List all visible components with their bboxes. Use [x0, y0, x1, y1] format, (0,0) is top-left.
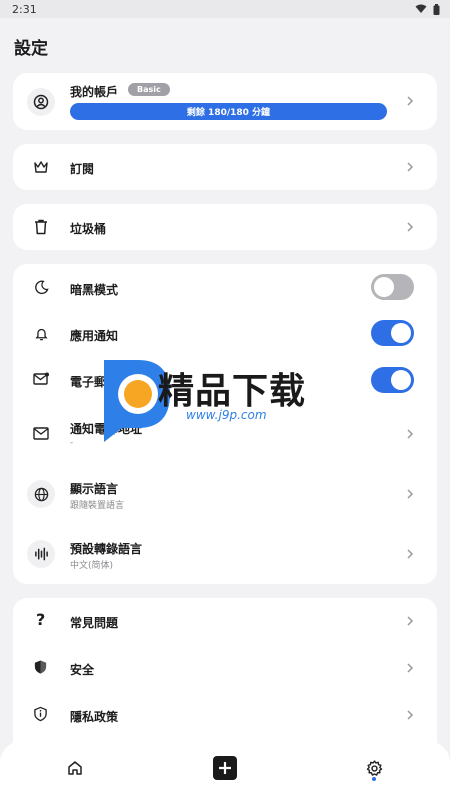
waveform-icon-wrap [27, 540, 55, 568]
dark-mode-toggle[interactable] [371, 274, 414, 300]
question-icon: ? [36, 610, 46, 629]
faq-label: 常見問題 [70, 616, 119, 630]
account-icon-wrap [27, 88, 55, 116]
account-icon [33, 94, 49, 110]
privacy-label: 隱私政策 [70, 710, 119, 724]
bell-icon [35, 328, 48, 341]
globe-icon-wrap [27, 480, 55, 508]
toggle-knob [391, 370, 411, 390]
moon-icon [35, 280, 49, 295]
home-icon [68, 761, 82, 775]
chevron-right-icon [407, 489, 414, 499]
nav-home[interactable] [62, 755, 88, 781]
status-time: 2:31 [12, 2, 37, 16]
trash-icon [35, 219, 47, 235]
display-language-value: 跟隨裝置語言 [70, 501, 125, 511]
subscription-label: 訂閱 [70, 162, 95, 176]
wifi-icon [415, 4, 427, 13]
chevron-right-icon [407, 710, 414, 720]
add-icon [213, 756, 237, 780]
chevron-right-icon [407, 429, 414, 439]
chevron-right-icon [407, 96, 414, 106]
page-title: 設定 [14, 39, 48, 59]
chevron-right-icon [407, 162, 414, 172]
status-bar: 2:31 [0, 0, 450, 18]
waveform-icon [34, 547, 48, 561]
trash-label: 垃圾桶 [70, 222, 107, 236]
toggle-knob [391, 323, 411, 343]
plan-badge: Basic [128, 83, 170, 96]
help-card: ? 常見問題 安全 隱私政策 [13, 598, 437, 758]
chevron-right-icon [407, 616, 414, 626]
app-notifications-toggle[interactable] [371, 320, 414, 346]
account-card[interactable]: 我的帳戶 Basic 剩餘 180/180 分鐘 [13, 73, 437, 130]
security-label: 安全 [70, 663, 95, 677]
email-notifications-label: 電子郵件通知 [70, 375, 143, 389]
app-notifications-label: 應用通知 [70, 329, 119, 343]
globe-icon [34, 487, 48, 501]
trash-card[interactable]: 垃圾桶 [13, 204, 437, 250]
transcription-language-value: 中文(简体) [70, 561, 114, 571]
notification-email-label: 通知電郵地址 [70, 422, 143, 436]
privacy-shield-icon [34, 706, 47, 722]
email-notifications-toggle[interactable] [371, 367, 414, 393]
chevron-right-icon [407, 222, 414, 232]
shield-icon [34, 660, 47, 674]
dark-mode-label: 暗黑模式 [70, 283, 119, 297]
display-language-label: 顯示語言 [70, 482, 119, 496]
account-label: 我的帳戶 [70, 85, 119, 99]
chevron-right-icon [407, 549, 414, 559]
minutes-remaining-bar: 剩餘 180/180 分鐘 [70, 103, 387, 120]
nav-add[interactable] [212, 755, 238, 781]
notification-email-value: - [70, 438, 74, 448]
bottom-nav [0, 741, 450, 801]
battery-icon [433, 3, 440, 15]
active-tab-indicator [372, 777, 376, 781]
chevron-right-icon [407, 663, 414, 673]
subscription-card[interactable]: 訂閱 [13, 144, 437, 190]
mail-badge-icon [33, 372, 49, 385]
toggle-knob [374, 277, 394, 297]
mail-icon [33, 427, 49, 440]
minutes-remaining-text: 剩餘 180/180 分鐘 [186, 108, 271, 118]
preferences-card: 暗黑模式 應用通知 電子郵件通知 通知電郵地址 - 顯示語言 跟隨裝置語言 預設… [13, 264, 437, 584]
transcription-language-label: 預設轉錄語言 [70, 542, 143, 556]
gear-icon [366, 759, 382, 776]
crown-icon [34, 161, 48, 173]
